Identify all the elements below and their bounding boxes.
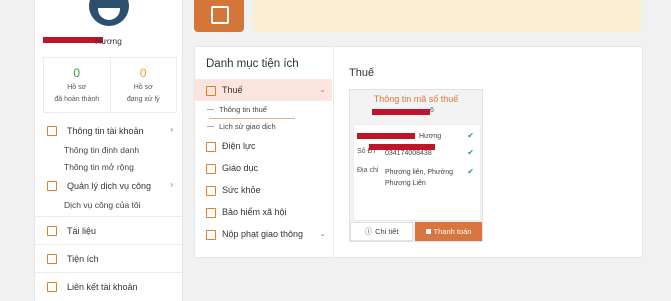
category-tax-info[interactable]: Thông tin thuế <box>195 101 332 119</box>
link-icon <box>47 282 57 292</box>
profile-sidebar: Hương 0 Hồ sơ đã hoàn thành 0 Hồ sơ đang… <box>34 0 183 301</box>
sidebar-item-account-info[interactable]: Thông tin tài khoản › <box>35 120 182 141</box>
sidebar-item-public-services[interactable]: Quản lý dịch vụ công › <box>35 175 182 196</box>
tax-id-fragment: 6 <box>430 107 434 114</box>
category-transaction-history[interactable]: Lịch sử giao dịch <box>195 118 332 135</box>
detail-button[interactable]: ⓘ Chi tiết <box>350 222 413 241</box>
health-icon <box>206 186 216 196</box>
redaction-bar <box>43 37 103 43</box>
utilities-panel: Danh mục tiện ích Thuế ⌄ Thông tin thuế … <box>194 46 643 258</box>
electricity-icon <box>206 142 216 152</box>
redaction-bar <box>372 109 430 115</box>
stats-box: 0 Hồ sơ đã hoàn thành 0 Hồ sơ đang xử lý <box>43 57 177 113</box>
category-electricity[interactable]: Điện lực <box>195 135 332 157</box>
category-education[interactable]: Giáo dục <box>195 157 332 179</box>
divider <box>35 216 182 217</box>
sidebar-nav: Thông tin tài khoản › Thông tin định dan… <box>35 120 182 297</box>
card-heading: Thông tin mã số thuế <box>373 94 459 104</box>
chevron-down-icon: ⌄ <box>319 229 326 238</box>
check-icon: ✔ <box>467 167 474 176</box>
sidebar-item-documents[interactable]: Tài liệu <box>35 220 182 241</box>
redaction-bar <box>357 133 415 139</box>
pay-button[interactable]: Thanh toán <box>415 222 482 241</box>
utility-icon <box>47 254 57 264</box>
divider <box>35 244 182 245</box>
info-icon: ⓘ <box>364 227 373 236</box>
divider <box>333 47 334 257</box>
tax-icon <box>206 86 216 96</box>
divider <box>35 272 182 273</box>
check-icon: ✔ <box>467 148 474 157</box>
stat-completed[interactable]: 0 Hồ sơ đã hoàn thành <box>44 58 110 112</box>
category-social-insurance[interactable]: Bảo hiểm xã hội <box>195 201 332 223</box>
user-name: Hương <box>95 36 122 46</box>
category-health[interactable]: Sức khỏe <box>195 179 332 201</box>
graduation-cap-icon <box>206 164 216 174</box>
chevron-right-icon: › <box>170 180 173 189</box>
wallet-icon <box>425 229 431 234</box>
banner-icon <box>194 0 244 32</box>
car-icon <box>206 230 216 240</box>
stat-processing[interactable]: 0 Hồ sơ đang xử lý <box>109 58 177 112</box>
document-icon <box>47 226 57 236</box>
category-traffic-fines[interactable]: Nộp phạt giao thông ⌄ <box>195 223 332 245</box>
sidebar-item-extended-info[interactable]: Thông tin mở rộng <box>35 158 182 175</box>
category-tax[interactable]: Thuế ⌄ <box>195 79 332 101</box>
card-actions: ⓘ Chi tiết Thanh toán <box>350 222 482 241</box>
category-list: Thuế ⌄ Thông tin thuế Lịch sử giao dịch … <box>195 79 332 245</box>
sidebar-item-identity-info[interactable]: Thông tin định danh <box>35 141 182 158</box>
chevron-right-icon: › <box>170 125 173 134</box>
banner <box>253 0 641 32</box>
sidebar-item-utilities[interactable]: Tiện ích <box>35 248 182 269</box>
panel-title: Danh mục tiện ích <box>206 58 299 70</box>
redaction-bar <box>369 144 435 150</box>
content-title: Thuế <box>349 67 375 79</box>
chevron-down-icon: ⌄ <box>319 85 326 94</box>
id-card-icon <box>47 126 57 136</box>
tax-info-card: Thông tin mã số thuế 6 Hương ✔ Số ĐT 034… <box>349 89 483 242</box>
avatar <box>89 0 129 26</box>
sidebar-item-my-services[interactable]: Dịch vụ công của tôi <box>35 196 182 213</box>
sidebar-item-linked-accounts[interactable]: Liên kết tài khoản <box>35 276 182 297</box>
insurance-icon <box>206 208 216 218</box>
card-body: Hương ✔ Số ĐT 034174008438 ✔ Địa chỉ Phư… <box>353 124 481 221</box>
folder-icon <box>47 181 57 191</box>
check-icon: ✔ <box>467 131 474 140</box>
